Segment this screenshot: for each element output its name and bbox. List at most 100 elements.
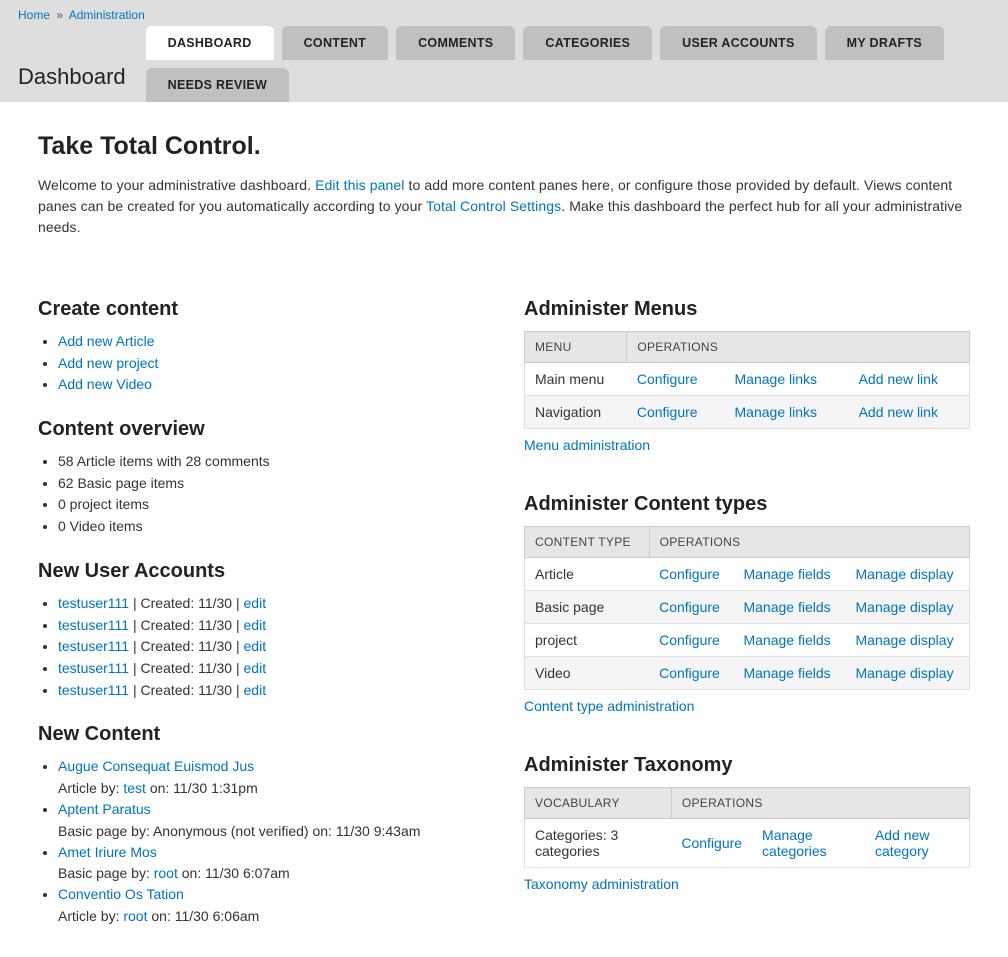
op-link[interactable]: Configure [659, 665, 720, 681]
op-cell: Add new link [849, 396, 970, 429]
table-row: NavigationConfigureManage linksAdd new l… [525, 396, 970, 429]
content-item: Aptent ParatusBasic page by: Anonymous (… [58, 799, 484, 842]
content-title-link[interactable]: Conventio Os Tation [58, 886, 184, 902]
taxonomy-th-ops: OPERATIONS [671, 788, 969, 819]
op-cell: Configure [649, 591, 733, 624]
op-link[interactable]: Add new link [859, 404, 938, 420]
tab-dashboard[interactable]: DASHBOARD [146, 26, 274, 60]
op-link[interactable]: Configure [681, 835, 742, 851]
op-link[interactable]: Manage fields [743, 599, 830, 615]
author-link[interactable]: root [123, 908, 147, 924]
user-meta: | Created: 11/30 | [129, 660, 243, 676]
op-cell: Manage fields [733, 624, 845, 657]
op-link[interactable]: Manage display [856, 566, 954, 582]
op-cell: Manage links [725, 396, 849, 429]
user-item: testuser111 | Created: 11/30 | edit [58, 658, 484, 680]
author-link[interactable]: root [154, 865, 178, 881]
menus-th-ops: OPERATIONS [627, 332, 970, 363]
op-link[interactable]: Add new link [859, 371, 938, 387]
user-link[interactable]: testuser111 [58, 638, 129, 654]
op-cell: Manage fields [733, 657, 845, 690]
add-video-link[interactable]: Add new Video [58, 376, 152, 392]
tab-my-drafts[interactable]: MY DRAFTS [825, 26, 944, 60]
user-item: testuser111 | Created: 11/30 | edit [58, 636, 484, 658]
tab-content[interactable]: CONTENT [282, 26, 389, 60]
op-link[interactable]: Configure [659, 632, 720, 648]
user-link[interactable]: testuser111 [58, 595, 129, 611]
content-overview-heading: Content overview [38, 418, 484, 441]
content-title-link[interactable]: Amet Iriure Mos [58, 844, 157, 860]
overview-item: 58 Article items with 28 comments [58, 451, 484, 473]
table-row: Main menuConfigureManage linksAdd new li… [525, 363, 970, 396]
op-link[interactable]: Manage fields [743, 665, 830, 681]
new-content-heading: New Content [38, 723, 484, 746]
op-link[interactable]: Manage links [735, 404, 818, 420]
op-link[interactable]: Configure [659, 566, 720, 582]
overview-item: 0 Video items [58, 516, 484, 538]
user-edit-link[interactable]: edit [244, 617, 267, 633]
op-link[interactable]: Manage categories [762, 827, 827, 859]
content-subline: Basic page by: root on: 11/30 6:07am [58, 863, 484, 884]
op-cell: Configure [649, 624, 733, 657]
menus-th-menu: MENU [525, 332, 627, 363]
user-edit-link[interactable]: edit [244, 682, 267, 698]
overview-item: 0 project items [58, 494, 484, 516]
tab-categories[interactable]: CATEGORIES [523, 26, 652, 60]
op-link[interactable]: Manage display [856, 632, 954, 648]
new-users-heading: New User Accounts [38, 560, 484, 583]
breadcrumb-admin[interactable]: Administration [69, 8, 145, 22]
add-article-link[interactable]: Add new Article [58, 333, 155, 349]
taxonomy-administration-link[interactable]: Taxonomy administration [524, 876, 679, 892]
overview-item: 62 Basic page items [58, 473, 484, 495]
op-cell: Configure [627, 363, 725, 396]
op-link[interactable]: Configure [659, 599, 720, 615]
menu-administration-link[interactable]: Menu administration [524, 437, 650, 453]
op-link[interactable]: Manage links [735, 371, 818, 387]
author-link[interactable]: test [123, 780, 146, 796]
admin-taxonomy-heading: Administer Taxonomy [524, 754, 970, 777]
user-link[interactable]: testuser111 [58, 660, 129, 676]
tab-comments[interactable]: COMMENTS [396, 26, 515, 60]
content-subline: Article by: test on: 11/30 1:31pm [58, 778, 484, 799]
row-label: Video [525, 657, 650, 690]
op-link[interactable]: Configure [637, 371, 698, 387]
total-control-settings-link[interactable]: Total Control Settings [426, 198, 561, 214]
edit-panel-link[interactable]: Edit this panel [315, 177, 404, 193]
user-item: testuser111 | Created: 11/30 | edit [58, 680, 484, 702]
op-link[interactable]: Manage display [856, 599, 954, 615]
tabs: DASHBOARD CONTENT COMMENTS CATEGORIES US… [146, 26, 990, 102]
op-link[interactable]: Manage display [856, 665, 954, 681]
admin-menus-heading: Administer Menus [524, 298, 970, 321]
user-item: testuser111 | Created: 11/30 | edit [58, 593, 484, 615]
ctypes-th-type: CONTENT TYPE [525, 527, 650, 558]
op-link[interactable]: Manage fields [743, 632, 830, 648]
user-edit-link[interactable]: edit [244, 660, 267, 676]
op-link[interactable]: Manage fields [743, 566, 830, 582]
user-item: testuser111 | Created: 11/30 | edit [58, 615, 484, 637]
breadcrumb-sep: » [56, 8, 63, 22]
user-link[interactable]: testuser111 [58, 682, 129, 698]
content-title-link[interactable]: Augue Consequat Euismod Jus [58, 758, 254, 774]
table-row: Basic page Configure Manage fields Manage d… [525, 591, 970, 624]
page-title: Dashboard [18, 64, 126, 102]
user-meta: | Created: 11/30 | [129, 617, 243, 633]
table-row: ArticleConfigureManage fieldsManage disp… [525, 558, 970, 591]
content-title-link[interactable]: Aptent Paratus [58, 801, 151, 817]
menus-table: MENU OPERATIONS Main menuConfigureManage… [524, 331, 970, 429]
op-link[interactable]: Add new category [875, 827, 929, 859]
ctype-administration-link[interactable]: Content type administration [524, 698, 694, 714]
tab-needs-review[interactable]: NEEDS REVIEW [146, 68, 289, 102]
op-cell: Manage display [846, 591, 970, 624]
user-edit-link[interactable]: edit [244, 638, 267, 654]
user-edit-link[interactable]: edit [244, 595, 267, 611]
new-content-list: Augue Consequat Euismod Jus Article by: t… [58, 756, 484, 927]
breadcrumb-home[interactable]: Home [18, 8, 50, 22]
op-link[interactable]: Configure [637, 404, 698, 420]
content-overview-list: 58 Article items with 28 comments 62 Bas… [58, 451, 484, 538]
row-label: Basic page [525, 591, 650, 624]
user-link[interactable]: testuser111 [58, 617, 129, 633]
add-project-link[interactable]: Add new project [58, 355, 158, 371]
tab-user-accounts[interactable]: USER ACCOUNTS [660, 26, 816, 60]
create-content-list: Add new Article Add new project Add new … [58, 331, 484, 396]
row-label: Categories: 3 categories [525, 819, 672, 868]
